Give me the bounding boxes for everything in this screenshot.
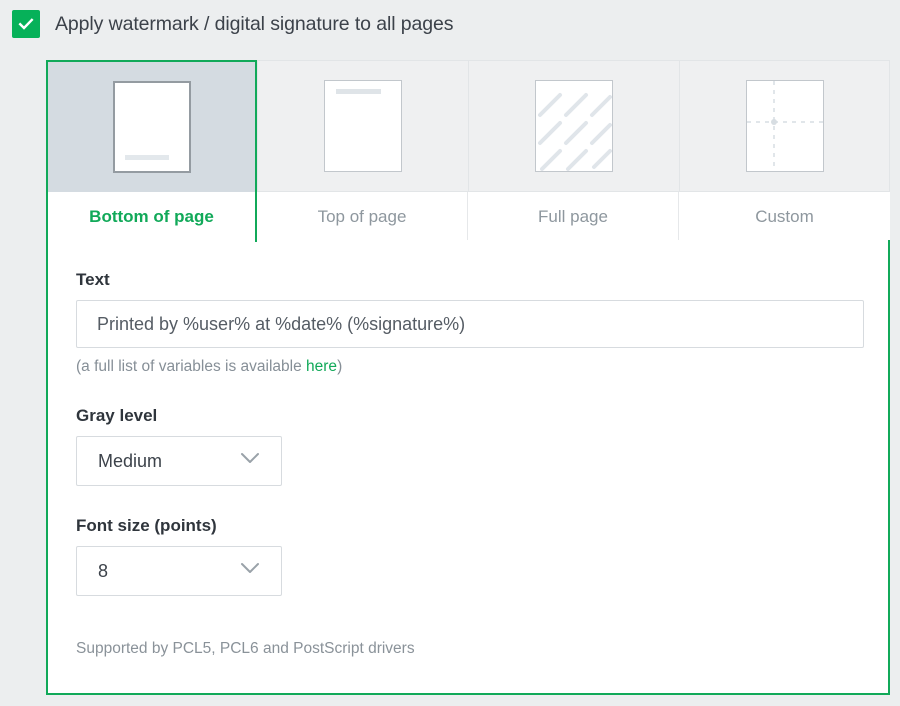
page-thumbnail-diagonal-stripes — [535, 80, 613, 172]
text-field-group: Text (a full list of variables is availa… — [76, 270, 864, 376]
font-size-label: Font size (points) — [76, 516, 217, 535]
tab-top-of-page-label: Top of page — [257, 192, 468, 242]
check-icon — [17, 15, 35, 33]
font-size-group: Font size (points) 8 — [76, 516, 860, 596]
tab-full-page-preview — [468, 60, 679, 192]
gray-level-label: Gray level — [76, 406, 158, 425]
watermark-line-icon — [335, 89, 382, 94]
tab-custom-preview — [679, 60, 890, 192]
text-field-label: Text — [76, 270, 110, 289]
font-size-select-wrap: 8 — [76, 546, 282, 596]
tab-top-of-page-preview — [257, 60, 468, 192]
help-prefix: (a full list of variables is available — [76, 358, 307, 375]
gray-level-select[interactable]: Medium — [76, 436, 282, 486]
watermark-line-icon — [124, 155, 170, 160]
help-suffix: ) — [337, 358, 343, 375]
diagonal-stripes-icon — [538, 93, 612, 171]
watermark-text-input[interactable] — [76, 300, 864, 348]
dashed-crosshair-icon — [746, 81, 823, 171]
tab-custom-label: Custom — [679, 192, 890, 242]
watermark-settings-panel: Text (a full list of variables is availa… — [46, 240, 890, 695]
tab-full-page-label: Full page — [468, 192, 679, 242]
page-thumbnail-line-at-top — [324, 80, 402, 172]
tab-full-page[interactable]: Full page — [468, 60, 679, 242]
tab-bottom-of-page-label: Bottom of page — [46, 192, 257, 242]
text-field-help: (a full list of variables is available h… — [76, 358, 860, 376]
tab-custom[interactable]: Custom — [679, 60, 890, 242]
driver-support-note: Supported by PCL5, PCL6 and PostScript d… — [76, 640, 415, 657]
page-thumbnail-dashed-crosshair — [745, 80, 824, 172]
apply-watermark-checkbox[interactable] — [12, 10, 40, 38]
apply-watermark-row: Apply watermark / digital signature to a… — [12, 10, 454, 38]
watermark-position-tabs: Bottom of page Top of page Full page Cus… — [46, 60, 890, 242]
tab-bottom-of-page[interactable]: Bottom of page — [46, 60, 257, 242]
font-size-select[interactable]: 8 — [76, 546, 282, 596]
page-thumbnail-line-at-bottom — [112, 81, 191, 173]
gray-level-select-wrap: Medium — [76, 436, 282, 486]
gray-level-group: Gray level Medium — [76, 406, 860, 486]
variables-help-link[interactable]: here — [306, 358, 337, 375]
apply-watermark-label: Apply watermark / digital signature to a… — [55, 12, 454, 35]
tab-bottom-of-page-preview — [46, 60, 257, 192]
tab-top-of-page[interactable]: Top of page — [257, 60, 468, 242]
